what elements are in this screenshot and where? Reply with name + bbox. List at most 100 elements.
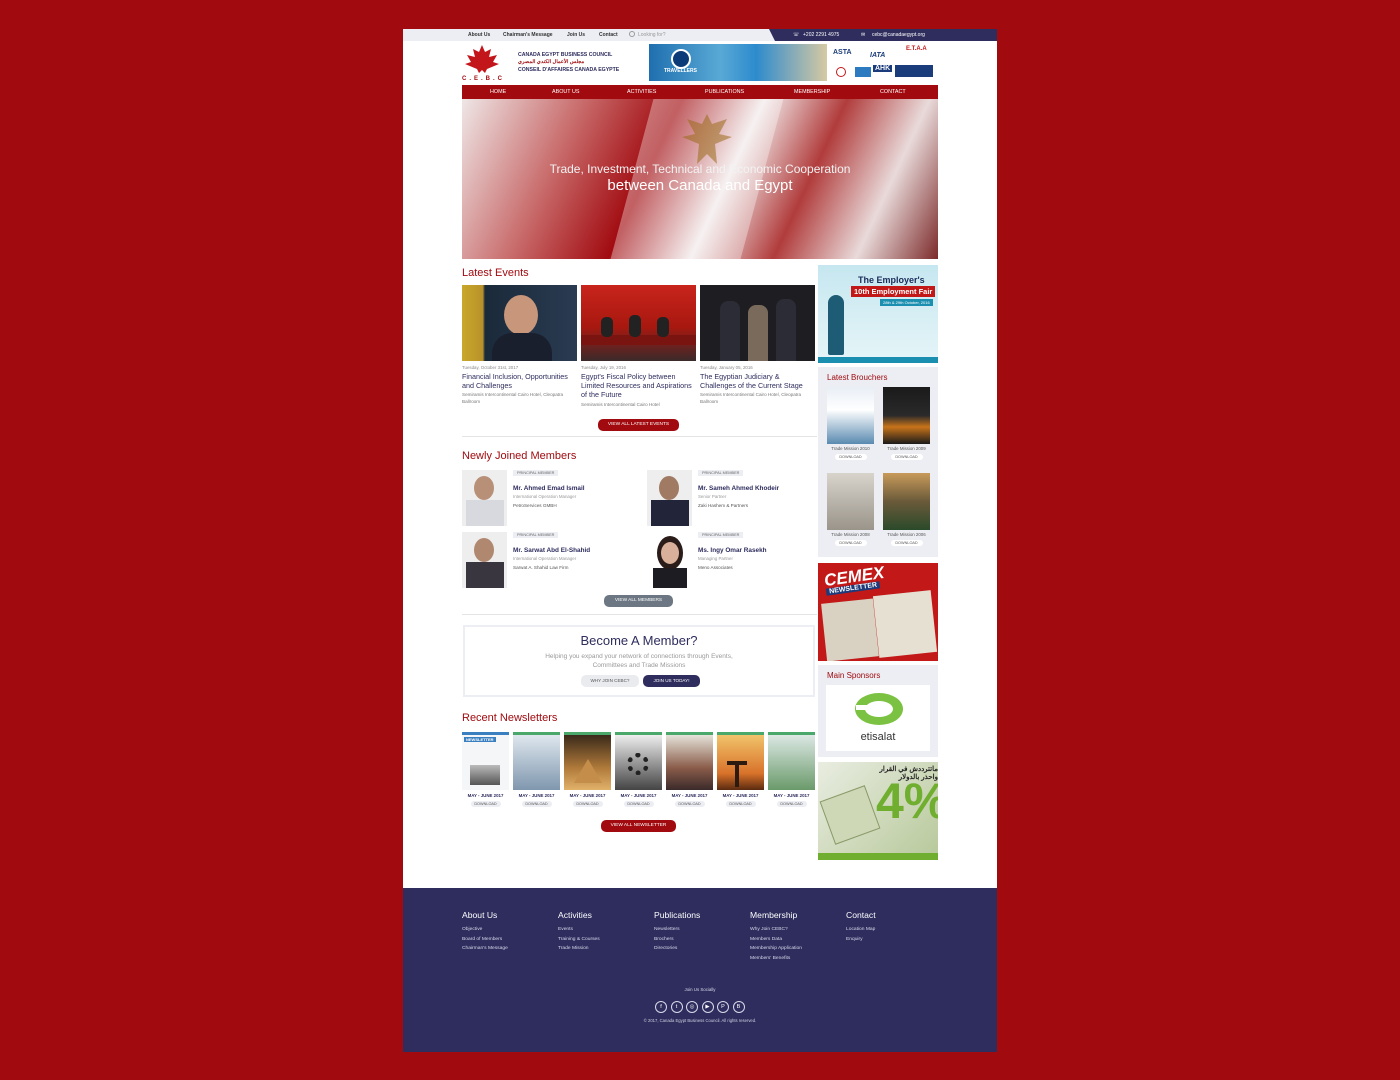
- newsletter-cover[interactable]: NEWSLETTER: [462, 732, 509, 790]
- maple-leaf-logo[interactable]: [465, 45, 499, 73]
- download-button[interactable]: DOWNLOAD: [674, 801, 705, 807]
- download-button[interactable]: DOWNLOAD: [834, 454, 867, 460]
- download-button[interactable]: DOWNLOAD: [725, 801, 756, 807]
- footer-link[interactable]: Chairman's Message: [462, 944, 508, 954]
- top-link-contact[interactable]: Contact: [599, 32, 618, 38]
- etisalat-sponsor[interactable]: etisalat: [826, 685, 930, 751]
- instagram-icon[interactable]: ◎: [686, 1001, 698, 1013]
- event-photo[interactable]: [581, 285, 696, 361]
- cemex-newsletter-ad[interactable]: CEMEX NEWSLETTER: [818, 563, 938, 661]
- brochure-cover[interactable]: [827, 473, 874, 530]
- member-name[interactable]: Ms. Ingy Omar Rasekh: [698, 547, 767, 554]
- blogger-icon[interactable]: B: [732, 1001, 745, 1013]
- view-all-newsletter-button[interactable]: VIEW ALL NEWSLETTER: [601, 820, 676, 832]
- footer-link[interactable]: Trade Mission: [558, 944, 600, 954]
- newsletter-cover[interactable]: [717, 732, 764, 790]
- join-us-button[interactable]: JOIN US TODAY!: [643, 675, 700, 687]
- youtube-icon[interactable]: ▶: [701, 1001, 714, 1013]
- member-card[interactable]: PRINCIPAL MEMBER Mr. Ahmed Emad Ismail I…: [462, 470, 637, 528]
- facebook-icon[interactable]: f: [655, 1001, 667, 1013]
- newsletter-item[interactable]: NEWSLETTER MAY - JUNE 2017 DOWNLOAD: [462, 732, 509, 807]
- nav-publications[interactable]: PUBLICATIONS: [705, 89, 744, 95]
- footer-link[interactable]: Brochers: [654, 935, 700, 945]
- top-link-chairman[interactable]: Chairman's Message: [503, 32, 553, 38]
- brochure-cover[interactable]: [827, 387, 874, 444]
- footer-link[interactable]: Members' Benefits: [750, 954, 802, 964]
- email-link[interactable]: cebc@canadaegypt.org: [872, 32, 925, 38]
- member-name[interactable]: Mr. Sarwat Abd El-Shahid: [513, 547, 590, 554]
- event-card[interactable]: Tuesday, October 31st, 2017 Financial In…: [462, 285, 577, 405]
- footer-link[interactable]: Directories: [654, 944, 700, 954]
- brochure-item[interactable]: Trade Mission 2009 DOWNLOAD: [883, 387, 930, 460]
- phone-number[interactable]: +202 2291 4975: [803, 32, 839, 38]
- footer-heading[interactable]: About Us: [462, 910, 508, 920]
- member-name[interactable]: Mr. Ahmed Emad Ismail: [513, 485, 585, 492]
- nav-home[interactable]: HOME: [490, 89, 506, 95]
- download-button[interactable]: DOWNLOAD: [834, 540, 867, 546]
- footer-link[interactable]: Events: [558, 925, 600, 935]
- footer-heading[interactable]: Publications: [654, 910, 700, 920]
- download-button[interactable]: DOWNLOAD: [521, 801, 552, 807]
- newsletter-item[interactable]: MAY - JUNE 2017 DOWNLOAD: [666, 732, 713, 807]
- footer-link[interactable]: Newsletters: [654, 925, 700, 935]
- brochure-item[interactable]: Trade Mission 2008 DOWNLOAD: [827, 473, 874, 546]
- brochure-item[interactable]: Trade Mission 2010 DOWNLOAD: [827, 387, 874, 460]
- member-name[interactable]: Mr. Sameh Ahmed Khodeir: [698, 485, 779, 492]
- footer-heading[interactable]: Contact: [846, 910, 876, 920]
- newsletter-cover[interactable]: [513, 732, 560, 790]
- nav-activities[interactable]: ACTIVITIES: [627, 89, 656, 95]
- pinterest-icon[interactable]: P: [717, 1001, 729, 1013]
- footer-link[interactable]: Board of Members: [462, 935, 508, 945]
- travellers-banner-ad[interactable]: TRAVELLERS: [649, 44, 827, 81]
- newsletter-cover[interactable]: [564, 732, 611, 790]
- event-card[interactable]: Tuesday, July 19, 2016 Egypt's Fiscal Po…: [581, 285, 696, 408]
- footer-link[interactable]: Why Join CEBC?: [750, 925, 802, 935]
- top-link-about[interactable]: About Us: [468, 32, 490, 38]
- event-title[interactable]: The Egyptian Judiciary & Challenges of t…: [700, 372, 815, 390]
- footer-link[interactable]: Training & Courses: [558, 935, 600, 945]
- search-input[interactable]: Looking for?: [629, 31, 666, 38]
- newsletter-cover[interactable]: [615, 732, 662, 790]
- newsletter-item[interactable]: MAY - JUNE 2017 DOWNLOAD: [564, 732, 611, 807]
- dollar-rate-ad[interactable]: ماتترددش في القرار واحذر بالدولار 4%: [818, 762, 938, 860]
- download-button[interactable]: DOWNLOAD: [572, 801, 603, 807]
- event-title[interactable]: Egypt's Fiscal Policy between Limited Re…: [581, 372, 696, 400]
- newsletter-item[interactable]: MAY - JUNE 2017 DOWNLOAD: [513, 732, 560, 807]
- download-button[interactable]: DOWNLOAD: [890, 454, 923, 460]
- download-button[interactable]: DOWNLOAD: [776, 801, 807, 807]
- footer-heading[interactable]: Membership: [750, 910, 802, 920]
- member-card[interactable]: PRINCIPAL MEMBER Mr. Sarwat Abd El-Shahi…: [462, 532, 637, 590]
- footer-link[interactable]: Objective: [462, 925, 508, 935]
- view-all-events-button[interactable]: VIEW ALL LATEST EVENTS: [598, 419, 679, 431]
- footer-link[interactable]: Location Map: [846, 925, 876, 935]
- download-button[interactable]: DOWNLOAD: [890, 540, 923, 546]
- download-button[interactable]: DOWNLOAD: [470, 801, 501, 807]
- why-join-button[interactable]: WHY JOIN CEBC?: [581, 675, 639, 687]
- footer-link[interactable]: Members Data: [750, 935, 802, 945]
- event-photo[interactable]: [462, 285, 577, 361]
- event-title[interactable]: Financial Inclusion, Opportunities and C…: [462, 372, 577, 390]
- footer-link[interactable]: Membership Application: [750, 944, 802, 954]
- newsletter-cover[interactable]: [666, 732, 713, 790]
- newsletter-item[interactable]: MAY - JUNE 2017 DOWNLOAD: [615, 732, 662, 807]
- twitter-icon[interactable]: t: [670, 1001, 683, 1013]
- newsletter-item[interactable]: MAY - JUNE 2017 DOWNLOAD: [717, 732, 764, 807]
- brochure-cover[interactable]: [883, 473, 930, 530]
- employment-fair-ad[interactable]: The Employer's 10th Employment Fair 28th…: [818, 265, 938, 363]
- download-button[interactable]: DOWNLOAD: [623, 801, 654, 807]
- newsletter-cover[interactable]: [768, 732, 815, 790]
- event-photo[interactable]: [700, 285, 815, 361]
- brochure-item[interactable]: Trade Mission 2006 DOWNLOAD: [883, 473, 930, 546]
- top-link-join[interactable]: Join Us: [567, 32, 585, 38]
- footer-heading[interactable]: Activities: [558, 910, 600, 920]
- nav-contact[interactable]: CONTACT: [880, 89, 906, 95]
- view-all-members-button[interactable]: VIEW ALL MEMBERS: [604, 595, 673, 607]
- newsletter-item[interactable]: MAY - JUNE 2017 DOWNLOAD: [768, 732, 815, 807]
- member-card[interactable]: PRINCIPAL MEMBER Mr. Sameh Ahmed Khodeir…: [647, 470, 822, 528]
- nav-about-us[interactable]: ABOUT US: [552, 89, 579, 95]
- event-card[interactable]: Tuesday, January 05, 2016 The Egyptian J…: [700, 285, 815, 405]
- footer-link[interactable]: Enquiry: [846, 935, 876, 945]
- brochure-cover[interactable]: [883, 387, 930, 444]
- member-card[interactable]: PRINCIPAL MEMBER Ms. Ingy Omar Rasekh Ma…: [647, 532, 822, 590]
- nav-membership[interactable]: MEMBERSHIP: [794, 89, 830, 95]
